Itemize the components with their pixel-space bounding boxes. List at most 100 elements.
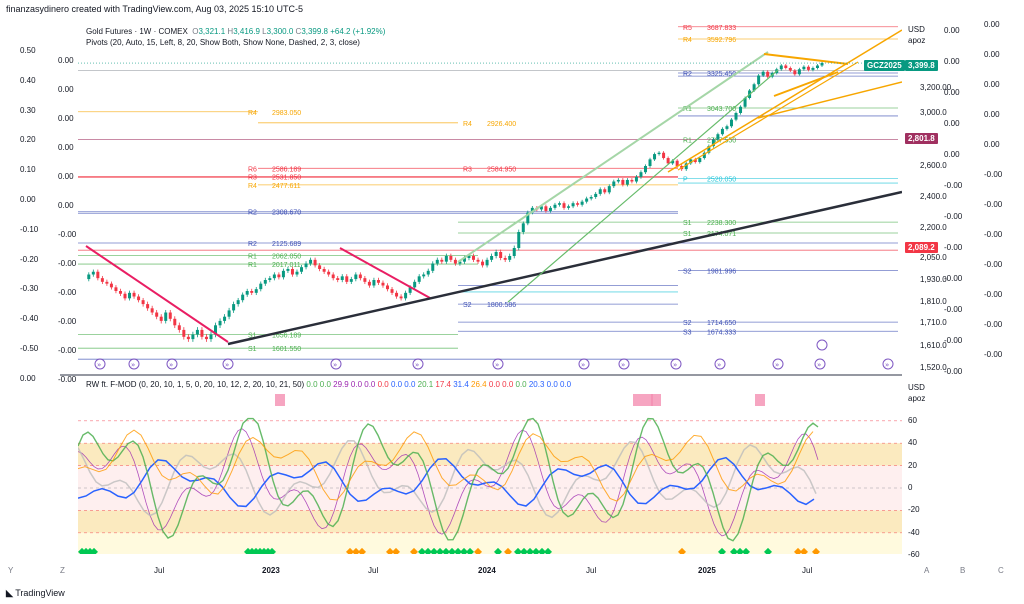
candle-body [318,265,322,269]
right-scale-b-label: -0.00 [984,200,1003,209]
left-scale-b-label: -0.00 [58,230,77,239]
candle-body [277,274,281,278]
osc-value: 31.4 [451,380,469,389]
channel-lower [507,69,779,303]
pivot-label: R2 3325.450 [683,71,736,78]
event-marker-glyph: » [333,361,337,369]
pivot-label: R4 2477.611 [248,183,301,190]
osc-value: 0.0 [557,380,572,389]
candle-body [313,259,317,266]
pivot-level-name: R4 [248,110,257,117]
candle-body [603,189,607,193]
osc-tick-label: 0 [908,483,913,492]
candle-body [182,329,186,337]
candle-body [431,263,435,271]
candle-body [729,119,733,127]
oscillator-name[interactable]: RW ft. F-MOD (0, 20, 10, 1, 5, 0, 20, 10… [86,380,304,389]
osc-value: 0.0 [317,380,331,389]
candle-body [802,66,806,70]
pivot-level-name: R1 [683,137,692,144]
pivot-level-name: S1 [683,220,692,227]
pivot-label: R3 2531.850 [248,175,301,182]
pivot-level-name: S2 [683,268,692,275]
candle-body [150,308,154,313]
right-scale-label: -0.00 [944,181,963,190]
candle-body [471,256,475,260]
price-tag: 2,089.2 [905,242,938,253]
candle-body [481,261,485,266]
candle-body [386,285,390,290]
candle-body [607,186,611,193]
event-marker-glyph: » [817,361,821,369]
pivot-level-value: 2983.050 [272,110,301,117]
candle-body [105,281,109,284]
candle-body [123,293,127,299]
candle-body [657,152,661,155]
osc-tick-label: 40 [908,438,917,448]
overbought-flag-icon [633,394,643,406]
triangle-bottom [773,71,839,97]
candle-body [797,69,801,75]
left-scale-b-label: -0.00 [58,259,77,268]
left-scale-label: 0.50 [20,46,36,55]
candle-body [295,271,299,275]
event-marker-icon: » [94,358,106,370]
candle-body [141,300,145,305]
pivot-label: R1 2787.550 [683,137,736,144]
candle-body [499,252,503,258]
event-marker-icon: » [670,358,682,370]
event-marker-icon: » [772,358,784,370]
osc-value: 0.0 [348,380,363,389]
right-scale-b-label: -0.00 [984,290,1003,299]
event-marker-glyph: » [131,361,135,369]
candle-body [476,259,480,262]
candle-body [494,252,498,256]
pivot-level-name: R6 [248,166,257,173]
event-marker-glyph: » [169,361,173,369]
price-tick-label: 2,600.0 [920,161,947,170]
candle-body [254,289,258,293]
right-scale-label: -0.00 [944,367,963,376]
candle-body [779,65,783,70]
candle-body [453,259,457,264]
price-chart[interactable]: R4 2983.050 R4 2926.400 R5 3687.833 R4 3592.796… [78,18,902,374]
candle-body [209,334,213,340]
overbought-flag-icon [275,394,285,406]
pivot-label: S1 1601.550 [248,346,301,353]
candle-body [128,292,132,299]
pivot-level-value: 2062.050 [272,254,301,261]
price-tag: 3,399.8 [905,60,938,71]
event-marker-glyph: » [775,361,779,369]
time-axis-label: 2023 [262,566,280,575]
left-scale-label: -0.10 [20,224,39,234]
candle-body [548,207,552,211]
pivot-label: S2 1714.650 [683,320,736,327]
pane-separator[interactable] [60,374,902,376]
candle-body [218,320,222,326]
byline-text: finanzasydinero created with TradingView… [6,4,304,14]
osc-value: 17.4 [433,380,451,389]
left-scale-label: 0.10 [20,165,36,175]
left-scale-b-label: 0.00 [58,85,74,94]
candle-body [268,278,272,280]
candle-body [544,206,548,211]
candle-body [376,280,380,283]
pivot-level-value: 2586.189 [272,166,301,173]
right-scale-b-label: 0.00 [984,80,1000,89]
pivot-label: R4 2926.400 [463,121,516,128]
pivot-level-name: S3 [683,329,692,336]
pivot-label: P 2520.050 [683,176,736,183]
candle-body [426,270,430,275]
oscillator-axis[interactable]: 60 40 20 0 -20 -40 -60 [902,378,942,559]
candle-body [634,176,638,182]
oscillator-chart[interactable] [78,378,902,554]
candle-body [811,68,815,70]
downtrend-line-1 [85,245,229,343]
candle-body [200,329,204,337]
price-tick-label: 2,400.0 [920,192,947,201]
event-marker-glyph: » [581,361,585,369]
pivot-level-name: R1 [248,262,257,269]
candle-body [761,71,765,76]
candle-body [96,271,100,279]
pivots-indicator-label[interactable]: Pivots (20, Auto, 15, Left, 8, 20, Show … [86,37,385,48]
